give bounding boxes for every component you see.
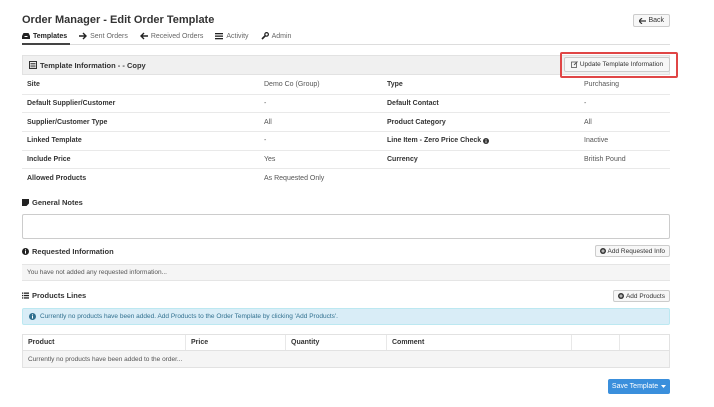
info-value: Yes <box>264 156 276 164</box>
table-header: Product Price Quantity Comment <box>23 335 669 351</box>
general-notes-textarea[interactable] <box>22 214 670 239</box>
list-alt-icon <box>29 61 37 69</box>
info-label: Product Category <box>387 118 446 126</box>
products-alert: Currently no products have been added. A… <box>22 308 670 325</box>
tab-label: Received Orders <box>150 32 204 40</box>
arrow-left-icon <box>639 17 647 24</box>
add-products-label: Add Products <box>625 292 665 300</box>
info-row: Supplier/Customer Type All Product Categ… <box>22 113 670 133</box>
products-lines-title: Products Lines <box>32 291 87 300</box>
info-value: Demo Co (Group) <box>264 81 320 89</box>
caret-down-icon <box>661 385 667 388</box>
add-requested-info-label: Add Requested Info <box>607 247 665 255</box>
info-circle-icon <box>29 313 36 320</box>
highlight-box <box>560 52 678 78</box>
list-icon <box>215 32 224 40</box>
sticky-note-icon <box>22 199 29 206</box>
tab-label: Templates <box>33 32 68 40</box>
info-row: Site Demo Co (Group) Type Purchasing <box>22 76 670 95</box>
inbox-icon <box>22 32 30 40</box>
tab-templates[interactable]: Templates <box>22 32 67 40</box>
template-info-table: Site Demo Co (Group) Type Purchasing Def… <box>22 76 670 188</box>
info-row: Default Supplier/Customer - Default Cont… <box>22 95 670 114</box>
info-label: Currency <box>387 156 418 164</box>
tab-sent-orders[interactable]: Sent Orders <box>79 32 128 40</box>
info-label: Supplier/Customer Type <box>27 118 108 126</box>
wrench-icon <box>260 32 269 40</box>
add-products-button[interactable]: Add Products <box>612 290 670 302</box>
info-label: Site <box>27 81 40 89</box>
arrow-right-icon <box>79 32 88 40</box>
requested-info-title: Requested Information <box>32 247 114 256</box>
info-value: Inactive <box>584 137 609 145</box>
back-button-label: Back <box>648 17 664 24</box>
page-title: Order Manager - Edit Order Template <box>22 14 215 26</box>
tab-bar: Templates Sent Orders Received Orders Ac… <box>22 32 291 40</box>
info-value: All <box>264 118 272 126</box>
save-template-label: Save Template <box>611 383 659 390</box>
info-row: Linked Template - Line Item - Zero Price… <box>22 132 670 151</box>
info-row: Allowed Products As Requested Only <box>22 169 670 188</box>
products-table: Product Price Quantity Comment Currently… <box>22 334 670 368</box>
tab-label: Activity <box>226 32 249 40</box>
products-alert-text: Currently no products have been added. A… <box>40 313 338 320</box>
info-label: Default Contact <box>387 100 439 108</box>
info-label: Line Item - Zero Price Check <box>385 137 582 144</box>
add-requested-info-button[interactable]: Add Requested Info <box>594 245 670 257</box>
requested-info-header: Requested Information <box>22 247 114 256</box>
info-value: British Pound <box>584 156 626 164</box>
tab-label: Sent Orders <box>90 32 128 40</box>
info-label: Allowed Products <box>27 175 87 183</box>
list-icon <box>22 292 29 299</box>
arrow-left-icon <box>139 32 148 40</box>
plus-circle-icon <box>599 248 606 254</box>
info-value: Purchasing <box>584 81 620 89</box>
tab-activity[interactable]: Activity <box>215 32 249 40</box>
info-circle-icon <box>22 248 29 255</box>
info-value: - <box>264 100 267 108</box>
tab-admin[interactable]: Admin <box>260 32 292 40</box>
info-circle-icon[interactable] <box>483 137 490 144</box>
active-tab-indicator <box>22 43 70 45</box>
info-value: - <box>584 100 587 108</box>
column-header-quantity: Quantity <box>286 335 387 350</box>
plus-circle-icon <box>617 293 624 299</box>
general-notes-title: General Notes <box>32 198 83 207</box>
tab-label: Admin <box>271 32 292 40</box>
column-header-blank <box>572 335 620 350</box>
info-value: All <box>584 118 592 126</box>
tab-received-orders[interactable]: Received Orders <box>139 32 204 40</box>
info-row: Include Price Yes Currency British Pound <box>22 151 670 170</box>
table-row: Currently no products have been added to… <box>23 351 669 367</box>
column-header-price: Price <box>186 335 286 350</box>
general-notes-header: General Notes <box>22 198 83 207</box>
requested-info-empty: You have not added any requested informa… <box>22 264 670 281</box>
info-label: Linked Template <box>27 137 82 145</box>
info-label: Type <box>387 81 403 89</box>
column-header-blank <box>620 335 669 350</box>
info-label: Include Price <box>27 156 71 164</box>
info-label: Default Supplier/Customer <box>27 100 116 108</box>
info-value: As Requested Only <box>264 175 325 183</box>
zero-price-check-label: Line Item - Zero Price Check <box>387 137 482 145</box>
column-header-product: Product <box>23 335 186 350</box>
save-template-button[interactable]: Save Template <box>608 379 670 394</box>
products-lines-header: Products Lines <box>22 291 86 300</box>
template-info-title: Template Information - - Copy <box>40 60 146 70</box>
back-button[interactable]: Back <box>633 14 670 27</box>
tab-divider <box>22 44 670 45</box>
column-header-comment: Comment <box>387 335 572 350</box>
info-value: - <box>264 137 267 145</box>
